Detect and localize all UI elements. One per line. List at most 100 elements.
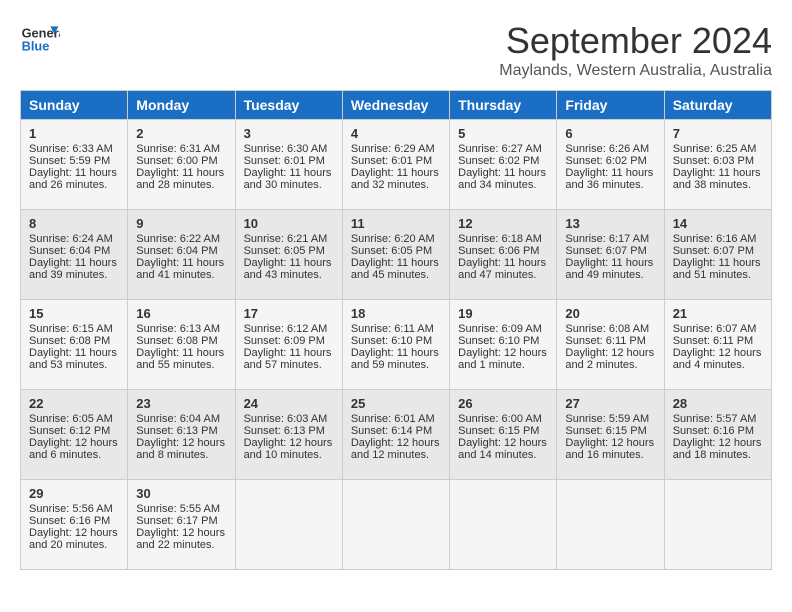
day-number: 23	[136, 396, 226, 411]
day-info: Sunset: 6:01 PM	[351, 155, 441, 167]
day-number: 14	[673, 216, 763, 231]
day-info: Sunset: 6:15 PM	[565, 425, 655, 437]
logo: General Blue	[20, 20, 60, 60]
calendar-cell	[557, 480, 664, 570]
calendar-cell: 19 Sunrise: 6:09 AMSunset: 6:10 PMDayligh…	[450, 300, 557, 390]
day-info: and 4 minutes.	[673, 359, 763, 371]
day-info: Sunrise: 6:33 AM	[29, 143, 119, 155]
calendar-table: Sunday Monday Tuesday Wednesday Thursday…	[20, 90, 772, 570]
calendar-cell: 6Sunrise: 6:26 AMSunset: 6:02 PMDaylight…	[557, 120, 664, 210]
day-info: Sunset: 6:07 PM	[565, 245, 655, 257]
day-info: Sunset: 6:11 PM	[673, 335, 763, 347]
day-info: Daylight: 12 hours	[458, 347, 548, 359]
day-info: Daylight: 12 hours	[565, 347, 655, 359]
day-info: Sunrise: 6:25 AM	[673, 143, 763, 155]
day-info: Sunrise: 6:09 AM	[458, 323, 548, 335]
day-info: Sunset: 6:12 PM	[29, 425, 119, 437]
col-saturday: Saturday	[664, 91, 771, 120]
calendar-cell: 16Sunrise: 6:13 AMSunset: 6:08 PMDayligh…	[128, 300, 235, 390]
day-info: Sunrise: 6:18 AM	[458, 233, 548, 245]
calendar-cell: 30Sunrise: 5:55 AMSunset: 6:17 PMDayligh…	[128, 480, 235, 570]
day-info: Sunrise: 5:56 AM	[29, 503, 119, 515]
day-number: 26	[458, 396, 548, 411]
day-number: 28	[673, 396, 763, 411]
calendar-cell	[235, 480, 342, 570]
col-wednesday: Wednesday	[342, 91, 449, 120]
day-info: and 2 minutes.	[565, 359, 655, 371]
day-info: Daylight: 12 hours	[244, 437, 334, 449]
calendar-cell: 24Sunrise: 6:03 AMSunset: 6:13 PMDayligh…	[235, 390, 342, 480]
day-number: 20	[565, 306, 655, 321]
calendar-cell: 21Sunrise: 6:07 AMSunset: 6:11 PMDayligh…	[664, 300, 771, 390]
day-info: Sunset: 6:13 PM	[136, 425, 226, 437]
day-number: 13	[565, 216, 655, 231]
day-number: 10	[244, 216, 334, 231]
day-info: Sunrise: 6:17 AM	[565, 233, 655, 245]
calendar-week-4: 22Sunrise: 6:05 AMSunset: 6:12 PMDayligh…	[21, 390, 772, 480]
day-info: and 38 minutes.	[673, 179, 763, 191]
day-info: Sunset: 6:16 PM	[673, 425, 763, 437]
day-number: 7	[673, 126, 763, 141]
day-info: Daylight: 12 hours	[136, 437, 226, 449]
day-info: Sunrise: 6:12 AM	[244, 323, 334, 335]
day-number: 12	[458, 216, 548, 231]
day-info: and 1 minute.	[458, 359, 548, 371]
day-info: Sunrise: 6:13 AM	[136, 323, 226, 335]
day-info: and 59 minutes.	[351, 359, 441, 371]
day-info: Sunset: 6:04 PM	[29, 245, 119, 257]
calendar-week-5: 29Sunrise: 5:56 AMSunset: 6:16 PMDayligh…	[21, 480, 772, 570]
col-thursday: Thursday	[450, 91, 557, 120]
day-info: Sunrise: 6:21 AM	[244, 233, 334, 245]
day-info: Sunset: 6:16 PM	[29, 515, 119, 527]
svg-text:Blue: Blue	[22, 38, 50, 53]
day-number: 3	[244, 126, 334, 141]
day-info: Sunset: 6:02 PM	[458, 155, 548, 167]
day-info: Sunset: 6:10 PM	[458, 335, 548, 347]
day-info: and 8 minutes.	[136, 449, 226, 461]
day-info: Daylight: 11 hours	[673, 167, 763, 179]
day-info: and 39 minutes.	[29, 269, 119, 281]
day-info: Sunset: 6:08 PM	[29, 335, 119, 347]
day-info: Sunset: 6:11 PM	[565, 335, 655, 347]
day-info: Sunset: 6:05 PM	[351, 245, 441, 257]
day-info: and 47 minutes.	[458, 269, 548, 281]
day-info: and 32 minutes.	[351, 179, 441, 191]
day-info: Sunrise: 6:31 AM	[136, 143, 226, 155]
day-info: Daylight: 12 hours	[458, 437, 548, 449]
day-info: Sunset: 6:09 PM	[244, 335, 334, 347]
day-info: Sunrise: 6:00 AM	[458, 413, 548, 425]
calendar-cell: 18Sunrise: 6:11 AMSunset: 6:10 PMDayligh…	[342, 300, 449, 390]
day-info: Daylight: 12 hours	[565, 437, 655, 449]
calendar-cell: 3Sunrise: 6:30 AMSunset: 6:01 PMDaylight…	[235, 120, 342, 210]
day-number: 15	[29, 306, 119, 321]
day-info: and 16 minutes.	[565, 449, 655, 461]
day-info: Sunset: 6:13 PM	[244, 425, 334, 437]
day-info: and 10 minutes.	[244, 449, 334, 461]
calendar-cell: 4Sunrise: 6:29 AMSunset: 6:01 PMDaylight…	[342, 120, 449, 210]
day-info: Sunset: 5:59 PM	[29, 155, 119, 167]
day-info: and 14 minutes.	[458, 449, 548, 461]
day-info: and 45 minutes.	[351, 269, 441, 281]
header-row: Sunday Monday Tuesday Wednesday Thursday…	[21, 91, 772, 120]
day-number: 5	[458, 126, 548, 141]
title-block: September 2024 Maylands, Western Austral…	[499, 20, 772, 80]
day-info: Daylight: 11 hours	[136, 347, 226, 359]
col-sunday: Sunday	[21, 91, 128, 120]
day-info: Sunrise: 6:03 AM	[244, 413, 334, 425]
day-info: Daylight: 12 hours	[29, 437, 119, 449]
day-info: Daylight: 11 hours	[351, 167, 441, 179]
day-number: 21	[673, 306, 763, 321]
day-info: Daylight: 12 hours	[136, 527, 226, 539]
day-info: Sunset: 6:15 PM	[458, 425, 548, 437]
day-info: Sunset: 6:14 PM	[351, 425, 441, 437]
day-info: Sunset: 6:01 PM	[244, 155, 334, 167]
calendar-cell	[342, 480, 449, 570]
day-info: Daylight: 11 hours	[244, 347, 334, 359]
day-info: Daylight: 12 hours	[351, 437, 441, 449]
day-number: 19	[458, 306, 548, 321]
day-info: and 34 minutes.	[458, 179, 548, 191]
day-info: Daylight: 11 hours	[29, 347, 119, 359]
day-info: Sunrise: 6:04 AM	[136, 413, 226, 425]
day-info: Daylight: 11 hours	[29, 257, 119, 269]
day-info: Daylight: 11 hours	[565, 257, 655, 269]
